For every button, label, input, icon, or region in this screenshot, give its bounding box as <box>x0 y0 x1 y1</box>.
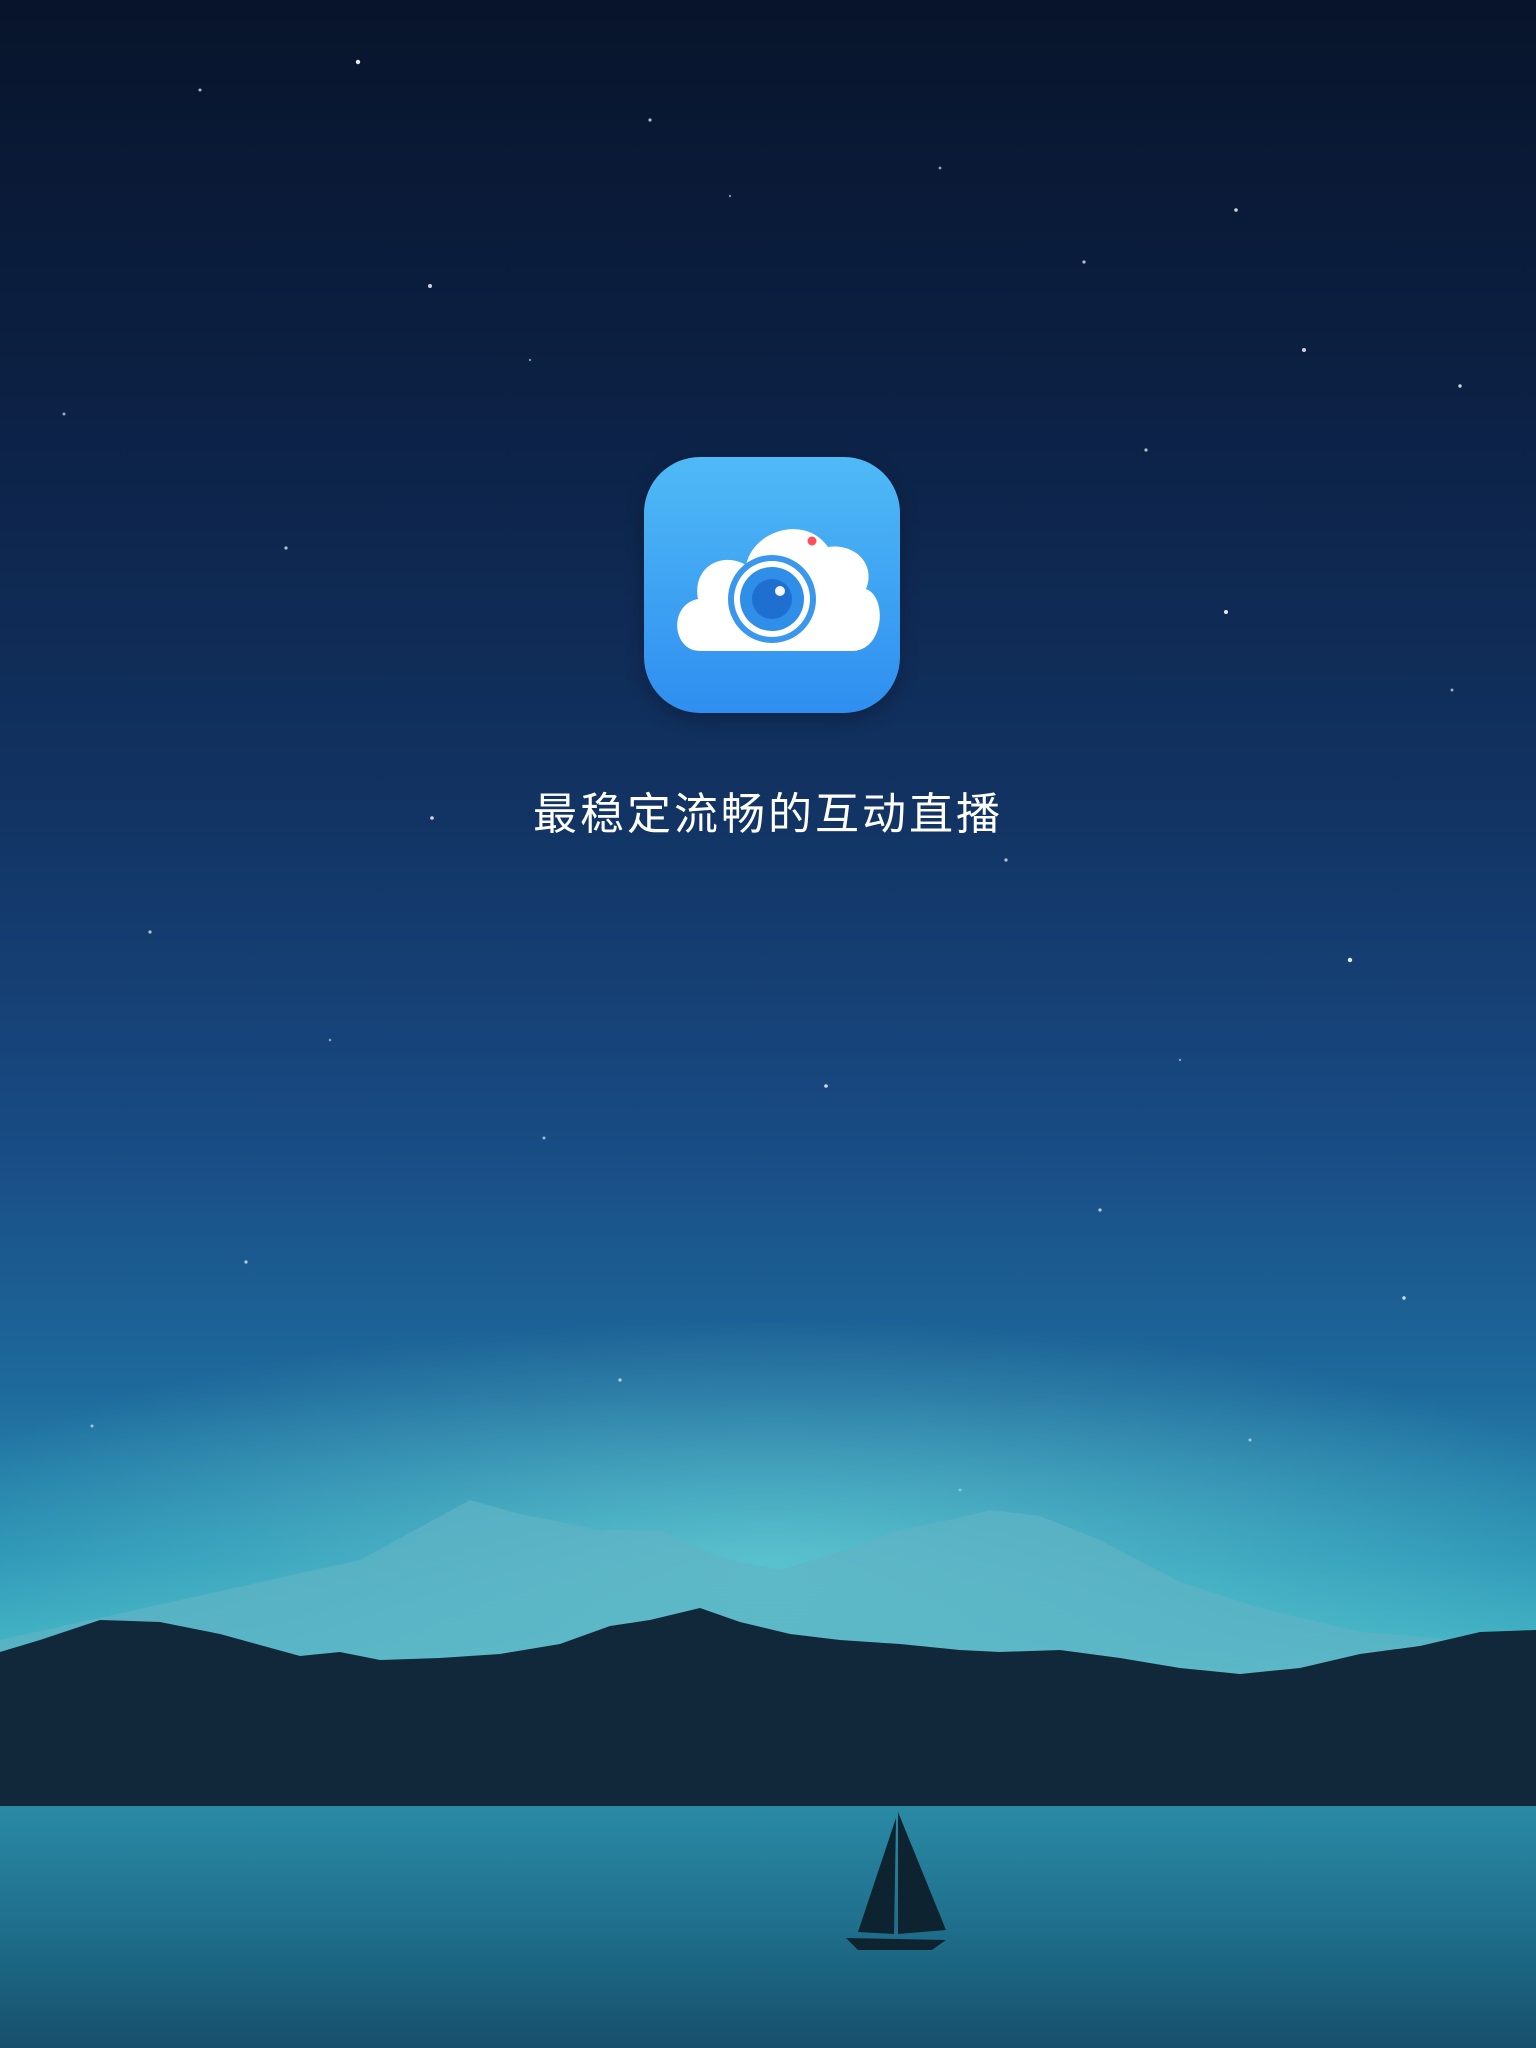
app-tagline: 最稳定流畅的互动直播 <box>533 789 1003 840</box>
cloud-camera-icon <box>677 529 880 651</box>
record-dot <box>807 536 817 546</box>
lake <box>0 1806 1536 2048</box>
splash-screen: 最稳定流畅的互动直播 <box>0 0 1536 2048</box>
app-icon[interactable] <box>644 457 900 713</box>
stars <box>62 59 1462 1492</box>
starry-background <box>0 59 1536 2048</box>
